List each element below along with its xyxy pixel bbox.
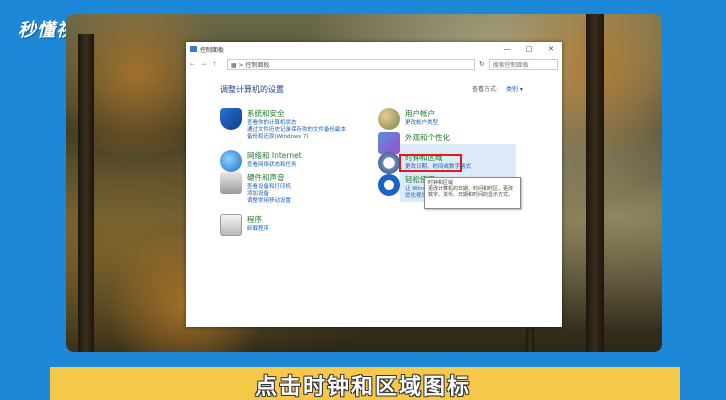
title-bar: 控制面板 — □ ✕ <box>186 42 562 56</box>
category-link[interactable]: 通过文件历史记录保存你的文件备份副本 <box>247 127 346 134</box>
search-input[interactable]: 搜索控制面板 <box>488 58 558 70</box>
category-link[interactable]: 备份和还原(Windows 7) <box>247 134 346 141</box>
category-link[interactable]: 查看设备和打印机 <box>247 184 291 191</box>
category-link[interactable]: 卸载程序 <box>247 226 269 233</box>
shield-icon <box>220 108 242 130</box>
category-title[interactable]: 外观和个性化 <box>405 132 450 143</box>
highlight-box <box>399 154 462 172</box>
appearance-icon <box>378 132 400 154</box>
category-link[interactable]: 查看网络状态和任务 <box>247 162 302 169</box>
category-user-accounts[interactable]: 用户帐户 更改帐户类型 <box>378 108 438 130</box>
address-bar[interactable]: ▦ > 控制面板 <box>226 58 475 70</box>
category-title[interactable]: 程序 <box>247 214 269 225</box>
tooltip: 时钟和区域 更改计算机的日期、时间和时区，更改数字、货币、日期和时间的显示方式。 <box>424 177 521 209</box>
category-title[interactable]: 硬件和声音 <box>247 172 291 183</box>
clock-icon <box>378 152 400 174</box>
view-by-dropdown[interactable]: 类别 ▾ <box>506 86 523 93</box>
category-network-internet[interactable]: 网络和 Internet 查看网络状态和任务 <box>220 150 302 172</box>
video-frame: 秒懂视频 点击时钟和区域图标 控制面板 — □ ✕ ← → ↑ ▦ > 控制面板… <box>0 0 726 400</box>
category-system-security[interactable]: 系统和安全 查看你的计算机状态 通过文件历史记录保存你的文件备份副本 备份和还原… <box>220 108 346 141</box>
category-title[interactable]: 网络和 Internet <box>247 150 302 161</box>
refresh-icon[interactable]: ↻ <box>479 60 485 68</box>
users-icon <box>378 108 400 130</box>
view-by: 查看方式: 类别 ▾ <box>472 84 523 93</box>
programs-icon <box>220 214 242 236</box>
page-title: 调整计算机的设置 <box>220 85 284 94</box>
nav-arrows-icon[interactable]: ← → ↑ <box>190 61 219 68</box>
maximize-button[interactable]: □ <box>518 45 540 53</box>
printer-icon <box>220 172 242 194</box>
category-hardware-sound[interactable]: 硬件和声音 查看设备和打印机 添加设备 调整常用移动设置 <box>220 172 291 205</box>
category-programs[interactable]: 程序 卸载程序 <box>220 214 269 236</box>
address-toolbar: ← → ↑ ▦ > 控制面板 ↻ 搜索控制面板 <box>186 56 562 72</box>
control-panel-icon <box>190 46 197 52</box>
category-link[interactable]: 添加设备 <box>247 191 291 198</box>
network-globe-icon <box>220 150 242 172</box>
subtitle-text: 点击时钟和区域图标 <box>254 375 471 400</box>
window-title: 控制面板 <box>200 46 225 54</box>
minimize-button[interactable]: — <box>496 45 518 53</box>
category-title[interactable]: 用户帐户 <box>405 108 438 119</box>
view-by-label: 查看方式: <box>472 86 499 93</box>
accessibility-icon <box>378 174 400 196</box>
close-button[interactable]: ✕ <box>540 45 562 53</box>
category-appearance[interactable]: 外观和个性化 <box>378 132 450 154</box>
category-link[interactable]: 查看你的计算机状态 <box>247 120 346 127</box>
category-link[interactable]: 调整常用移动设置 <box>247 198 291 205</box>
category-title[interactable]: 系统和安全 <box>247 108 346 119</box>
category-link[interactable]: 更改帐户类型 <box>405 120 438 127</box>
